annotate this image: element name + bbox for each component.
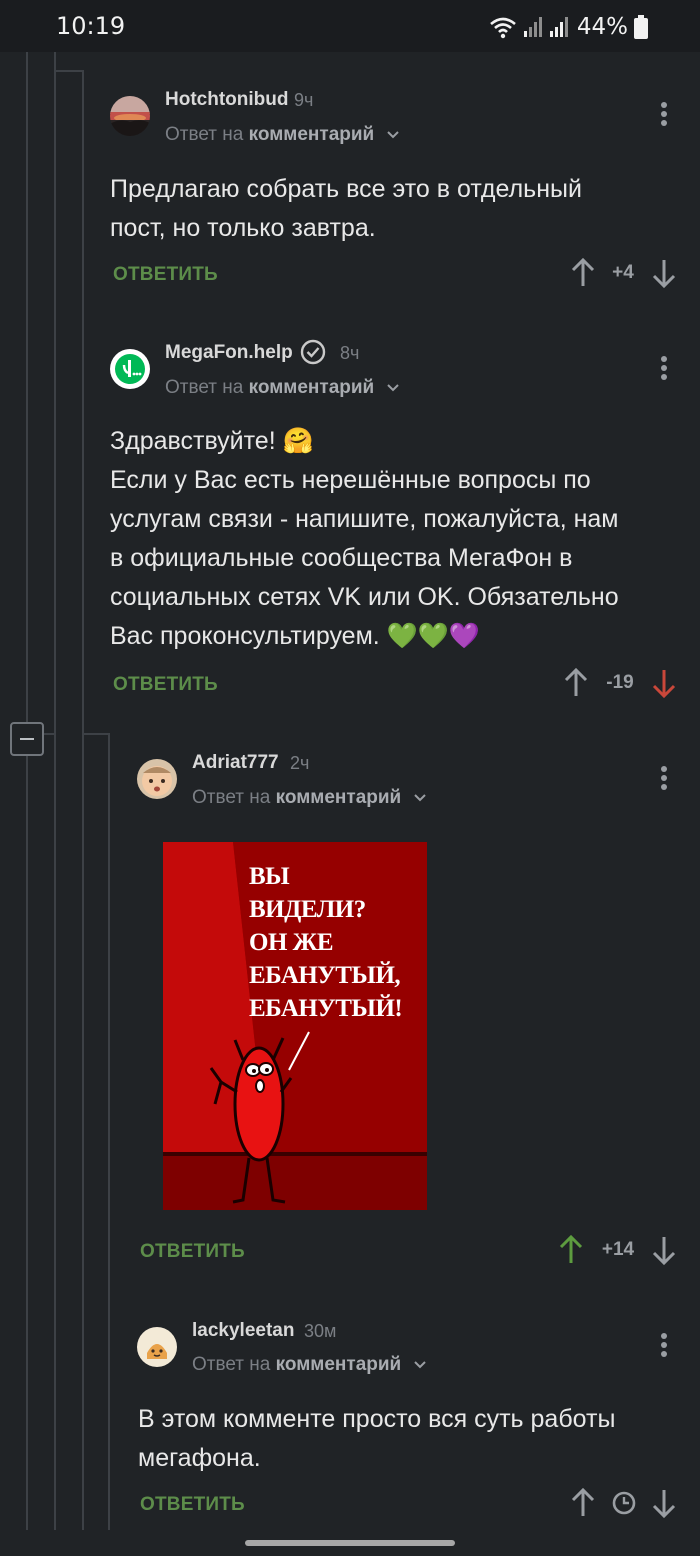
reply-target-link[interactable]: комментарий bbox=[276, 787, 402, 808]
avatar[interactable] bbox=[110, 349, 150, 389]
comment-author[interactable]: Adriat777 bbox=[192, 752, 279, 774]
signal-icon bbox=[523, 17, 542, 37]
chevron-down-icon[interactable] bbox=[386, 130, 400, 140]
reply-target-link[interactable]: комментарий bbox=[249, 377, 375, 398]
thread-line-connector bbox=[82, 733, 108, 735]
upvote-icon[interactable] bbox=[563, 666, 589, 700]
comment-age: 8ч bbox=[340, 343, 360, 363]
comment-author[interactable]: lackyleetan bbox=[192, 1320, 294, 1342]
chevron-down-icon[interactable] bbox=[413, 1360, 427, 1370]
collapse-thread-button[interactable] bbox=[10, 722, 44, 756]
battery-level: 44% bbox=[576, 14, 628, 40]
comment-text-line: в официальные сообщества МегаФон в bbox=[110, 544, 573, 572]
comment-age: 2ч bbox=[290, 753, 310, 773]
chevron-down-icon[interactable] bbox=[386, 383, 400, 393]
comment-text-line: социальных сетях VK или OK. Обязательно bbox=[110, 583, 619, 611]
chevron-down-icon[interactable] bbox=[413, 793, 427, 803]
comment-image[interactable]: ВЫ ВИДЕЛИ? ОН ЖЕ ЕБАНУТЫЙ, ЕБАНУТЫЙ! bbox=[163, 842, 427, 1210]
clock-icon bbox=[612, 1491, 636, 1515]
thread-line bbox=[54, 52, 56, 1530]
comment-text-line: Здравствуйте! 🤗 bbox=[110, 427, 314, 455]
reply-to[interactable]: Ответ на комментарий bbox=[192, 1354, 427, 1376]
downvote-icon[interactable] bbox=[651, 256, 677, 290]
megafon-logo-icon bbox=[115, 354, 145, 384]
rating: -19 bbox=[606, 672, 634, 693]
reply-to[interactable]: Ответ на комментарий bbox=[192, 787, 427, 809]
comment-text: Предлагаю собрать все это в отдельный по… bbox=[110, 170, 582, 248]
avatar-baby-image bbox=[137, 759, 177, 799]
avatar[interactable] bbox=[137, 1327, 177, 1367]
comment-author[interactable]: Hotchtonibud bbox=[165, 89, 288, 111]
reply-button[interactable]: ОТВЕТИТЬ bbox=[140, 1241, 245, 1263]
wifi-icon bbox=[490, 17, 516, 39]
reply-prefix: Ответ на bbox=[165, 377, 244, 398]
upvote-icon[interactable] bbox=[570, 1486, 596, 1520]
reply-prefix: Ответ на bbox=[192, 1354, 271, 1375]
reply-target-link[interactable]: комментарий bbox=[249, 124, 375, 145]
comment-text-line: пост, но только завтра. bbox=[110, 214, 376, 242]
reply-button[interactable]: ОТВЕТИТЬ bbox=[140, 1494, 245, 1516]
comment-text: В этом комменте просто вся суть работы м… bbox=[138, 1400, 615, 1478]
comment-age: 30м bbox=[304, 1321, 337, 1341]
avatar[interactable] bbox=[110, 96, 150, 136]
reply-prefix: Ответ на bbox=[192, 787, 271, 808]
upvote-icon[interactable] bbox=[570, 256, 596, 290]
clock: 10:19 bbox=[56, 12, 126, 40]
comment-text: Здравствуйте! 🤗 Если у Вас есть нерешённ… bbox=[110, 422, 619, 656]
rating: +14 bbox=[601, 1239, 635, 1260]
reply-button[interactable]: ОТВЕТИТЬ bbox=[113, 264, 218, 286]
thread-line-connector bbox=[44, 733, 54, 735]
thread-line bbox=[26, 756, 28, 1530]
more-options-icon[interactable] bbox=[652, 763, 676, 793]
comment-text-line: мегафона. bbox=[138, 1444, 261, 1472]
comment-age: 9ч bbox=[294, 90, 314, 110]
status-bar: 10:19 44% bbox=[0, 0, 700, 52]
reply-target-link[interactable]: комментарий bbox=[276, 1354, 402, 1375]
battery-icon bbox=[634, 15, 648, 39]
comment-text-line: Предлагаю собрать все это в отдельный bbox=[110, 175, 582, 203]
reply-to[interactable]: Ответ на комментарий bbox=[165, 377, 400, 399]
thread-line bbox=[108, 733, 110, 1530]
verified-check-icon bbox=[300, 339, 326, 365]
reply-to[interactable]: Ответ на комментарий bbox=[165, 124, 400, 146]
comment-text-line: В этом комменте просто вся суть работы bbox=[138, 1405, 616, 1433]
downvote-icon[interactable] bbox=[651, 1233, 677, 1267]
system-icons: 44% bbox=[489, 14, 648, 40]
thread-line bbox=[26, 52, 28, 722]
downvote-icon[interactable] bbox=[651, 1486, 677, 1520]
avatar-sunset-image bbox=[110, 96, 150, 136]
meme-caption: ВЫ ВИДЕЛИ? ОН ЖЕ ЕБАНУТЫЙ, ЕБАНУТЫЙ! bbox=[249, 863, 403, 1022]
rating: +4 bbox=[612, 262, 634, 283]
more-options-icon[interactable] bbox=[652, 1330, 676, 1360]
more-options-icon[interactable] bbox=[652, 353, 676, 383]
signal-icon-2 bbox=[549, 17, 568, 37]
comment-text-line: Вас проконсультируем. 💚💚💜 bbox=[110, 622, 481, 650]
home-indicator[interactable] bbox=[245, 1540, 455, 1546]
thread-line-connector bbox=[56, 70, 82, 72]
more-options-icon[interactable] bbox=[652, 99, 676, 129]
comment-author[interactable]: MegaFon.help bbox=[165, 342, 293, 364]
downvote-icon[interactable] bbox=[651, 666, 677, 700]
thread-line bbox=[82, 70, 84, 1530]
reply-button[interactable]: ОТВЕТИТЬ bbox=[113, 674, 218, 696]
upvote-icon[interactable] bbox=[558, 1233, 584, 1267]
avatar-cartoon-image bbox=[137, 1327, 177, 1367]
reply-prefix: Ответ на bbox=[165, 124, 244, 145]
comment-text-line: услугам связи - напишите, пожалуйста, на… bbox=[110, 505, 619, 533]
comment-text-line: Если у Вас есть нерешённые вопросы по bbox=[110, 466, 591, 494]
avatar[interactable] bbox=[137, 759, 177, 799]
